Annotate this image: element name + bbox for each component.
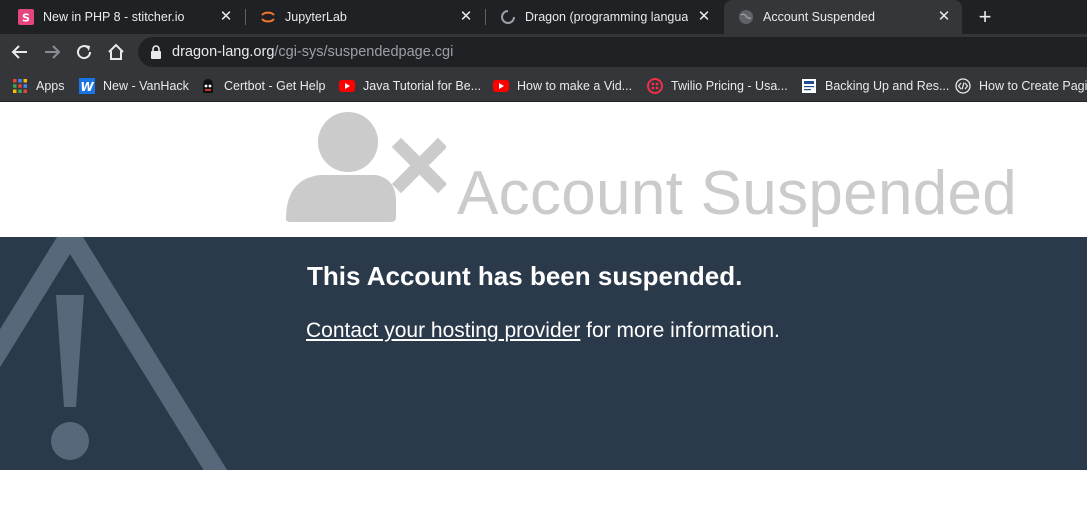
tab-title: JupyterLab: [285, 10, 347, 24]
bookmark-label: Backing Up and Res...: [825, 79, 950, 93]
suspended-header: Account Suspended: [0, 103, 1087, 237]
bookmark-apps[interactable]: Apps: [12, 75, 65, 97]
jupyter-favicon-icon: [260, 9, 276, 25]
tab-title: Account Suspended: [763, 10, 875, 24]
bookmark-label: How to Create Pagi...: [979, 79, 1087, 93]
bookmark-backing-up[interactable]: Backing Up and Res...: [801, 75, 949, 97]
user-suspended-icon: [286, 112, 446, 222]
bookmark-label: Certbot - Get Help: [224, 79, 326, 93]
bookmark-label: Java Tutorial for Be...: [363, 79, 482, 93]
page-content: Account Suspended This Account has been …: [0, 103, 1087, 521]
bookmark-certbot[interactable]: Certbot - Get Help: [200, 75, 325, 97]
youtube-icon: [493, 78, 509, 94]
bookmark-label: New - VanHack: [103, 79, 189, 93]
twilio-icon: [647, 78, 663, 94]
tab-jupyterlab[interactable]: JupyterLab ✕: [246, 0, 484, 34]
lock-icon: [151, 45, 161, 59]
tab-stitcher[interactable]: S New in PHP 8 - stitcher.io ✕: [4, 0, 244, 34]
bookmark-twilio-pricing[interactable]: Twilio Pricing - Usa...: [647, 75, 788, 97]
close-icon[interactable]: ✕: [218, 9, 234, 25]
code-icon: [955, 78, 971, 94]
forward-button[interactable]: [40, 40, 64, 64]
contact-message: Contact your hosting provider for more i…: [306, 319, 780, 343]
svg-text:W: W: [80, 80, 94, 94]
certbot-icon: [200, 78, 216, 94]
bookmark-label: Twilio Pricing - Usa...: [671, 79, 788, 93]
reload-icon: [77, 45, 92, 60]
contact-suffix: for more information.: [580, 319, 780, 342]
youtube-icon: [339, 78, 355, 94]
suspension-banner: This Account has been suspended. Contact…: [0, 237, 1087, 470]
tab-strip: S New in PHP 8 - stitcher.io ✕ JupyterLa…: [0, 0, 1087, 34]
back-button[interactable]: [8, 40, 32, 64]
warning-triangle-icon: [0, 237, 228, 470]
close-icon[interactable]: ✕: [936, 9, 952, 25]
home-icon: [108, 43, 124, 60]
vanhack-icon: W: [79, 78, 95, 94]
back-arrow-icon: [11, 45, 27, 59]
bookmark-java-tutorial[interactable]: Java Tutorial for Be...: [339, 75, 481, 97]
bookmark-label: Apps: [36, 79, 65, 93]
reload-button[interactable]: [72, 40, 96, 64]
stitcher-favicon-icon: S: [18, 9, 34, 25]
tab-title: Dragon (programming language): [525, 10, 688, 24]
bookmark-label: How to make a Vid...: [517, 79, 633, 93]
address-bar[interactable]: dragon-lang.org/cgi-sys/suspendedpage.cg…: [138, 37, 1087, 67]
url-host: dragon-lang.org: [172, 44, 275, 60]
loading-spinner-icon: [500, 9, 516, 25]
page-title: Account Suspended: [457, 159, 1018, 228]
browser-toolbar: dragon-lang.org/cgi-sys/suspendedpage.cg…: [0, 34, 1087, 70]
apps-grid-icon: [12, 78, 28, 94]
bookmark-vanhack[interactable]: W New - VanHack: [79, 75, 189, 97]
forward-arrow-icon: [45, 45, 61, 59]
globe-favicon-icon: [738, 9, 754, 25]
close-icon[interactable]: ✕: [696, 9, 712, 25]
bookmarks-bar: Apps W New - VanHack Certbot - Get Help …: [0, 70, 1087, 102]
tab-account-suspended[interactable]: Account Suspended ✕: [724, 0, 962, 34]
tab-title: New in PHP 8 - stitcher.io: [43, 10, 185, 24]
tab-dragon[interactable]: Dragon (programming language) ✕: [486, 0, 722, 34]
document-icon: [801, 78, 817, 94]
new-tab-button[interactable]: +: [975, 6, 995, 28]
suspension-heading: This Account has been suspended.: [307, 261, 743, 291]
bookmark-how-to-create-pagination[interactable]: How to Create Pagi...: [955, 75, 1087, 97]
url-path: /cgi-sys/suspendedpage.cgi: [274, 44, 454, 60]
svg-text:S: S: [22, 12, 30, 25]
contact-hosting-link[interactable]: Contact your hosting provider: [306, 319, 580, 342]
bookmark-how-to-make-video[interactable]: How to make a Vid...: [493, 75, 632, 97]
home-button[interactable]: [104, 40, 128, 64]
close-icon[interactable]: ✕: [458, 9, 474, 25]
